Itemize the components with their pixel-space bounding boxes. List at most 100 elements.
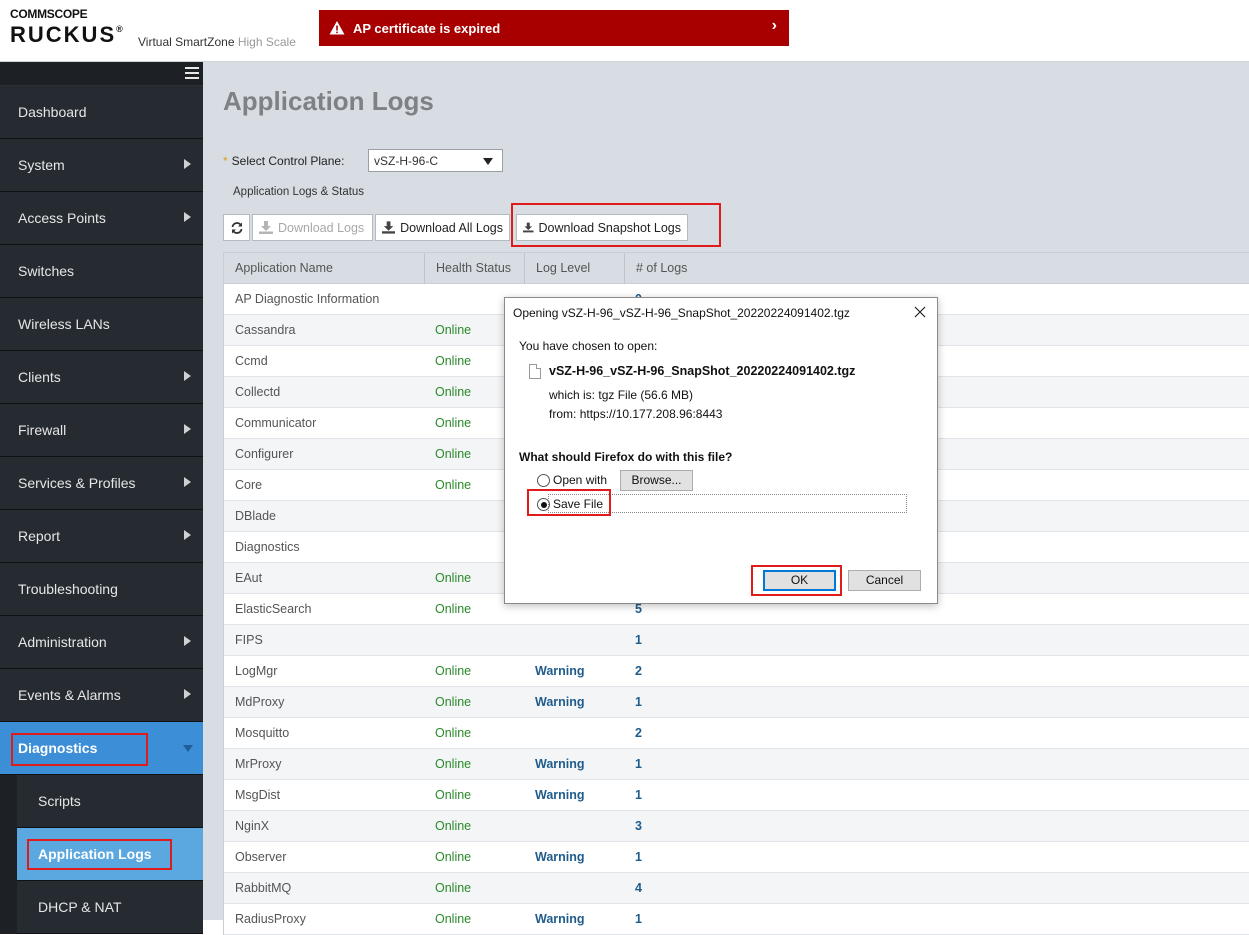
log-count-cell[interactable]: 3 [635, 811, 642, 841]
sidebar: Dashboard System Access Points Switches … [0, 62, 203, 934]
health-status-cell: Online [435, 354, 472, 368]
save-file-radio[interactable] [537, 498, 550, 511]
column-header-number-of-logs[interactable]: # of Logs [625, 253, 1249, 284]
page-title: Application Logs [223, 86, 434, 116]
health-status-cell: Online [435, 385, 472, 399]
close-icon[interactable] [911, 303, 929, 321]
sidebar-item-services-profiles[interactable]: Services & Profiles [0, 457, 203, 510]
download-all-logs-button[interactable]: Download All Logs [375, 214, 510, 241]
which-is-value: tgz File (56.6 MB) [598, 388, 694, 402]
health-status-cell: Online [435, 726, 472, 740]
sidebar-item-wireless-lans[interactable]: Wireless LANs [0, 298, 203, 351]
sidebar-item-dashboard[interactable]: Dashboard [0, 86, 203, 139]
sidebar-item-firewall[interactable]: Firewall [0, 404, 203, 457]
sidebar-subitem-scripts[interactable]: Scripts [17, 775, 203, 828]
table-row[interactable]: MsgDist Online Warning 1 [224, 780, 1249, 811]
sidebar-item-events-alarms[interactable]: Events & Alarms [0, 669, 203, 722]
health-status-cell: Online [435, 819, 472, 833]
sidebar-item-label: Report [18, 528, 61, 544]
control-plane-label: * Select Control Plane: [223, 154, 344, 168]
log-level-cell: Warning [535, 664, 585, 678]
hamburger-menu-icon[interactable] [185, 67, 199, 79]
table-row[interactable]: LogMgr Online Warning 2 [224, 656, 1249, 687]
log-level-cell: Warning [535, 757, 585, 771]
log-count-cell[interactable]: 1 [635, 904, 642, 934]
application-name-cell: ElasticSearch [235, 602, 312, 616]
chevron-right-icon [184, 371, 191, 381]
warning-icon [329, 20, 345, 36]
sidebar-subitem-dhcp-nat[interactable]: DHCP & NAT [17, 881, 203, 934]
sidebar-item-system[interactable]: System [0, 139, 203, 192]
dropdown-arrow-icon [483, 158, 493, 165]
health-status-cell: Online [435, 602, 472, 616]
log-count-cell[interactable]: 1 [635, 842, 642, 872]
download-icon [382, 221, 396, 234]
application-name-cell: MrProxy [235, 757, 282, 771]
log-count-cell[interactable]: 1 [635, 780, 642, 810]
sidebar-item-access-points[interactable]: Access Points [0, 192, 203, 245]
download-all-logs-label: Download All Logs [400, 220, 503, 235]
from-row: from: https://10.177.208.96:8443 [549, 407, 722, 421]
sidebar-subitem-application-logs[interactable]: Application Logs [17, 828, 203, 881]
column-header-application-name[interactable]: Application Name [224, 253, 425, 284]
application-name-cell: Observer [235, 850, 287, 864]
application-name-cell: Ccmd [235, 354, 268, 368]
application-name-cell: FIPS [235, 633, 263, 647]
log-count-cell[interactable]: 1 [635, 625, 642, 655]
sidebar-item-report[interactable]: Report [0, 510, 203, 563]
log-count-cell[interactable]: 1 [635, 687, 642, 717]
table-row[interactable]: RabbitMQ Online 4 [224, 873, 1249, 904]
table-row[interactable]: FIPS 1 [224, 625, 1249, 656]
control-plane-select[interactable]: vSZ-H-96-C [368, 149, 503, 172]
chevron-right-icon [184, 530, 191, 540]
application-name-cell: AP Diagnostic Information [235, 292, 380, 306]
table-row[interactable]: MrProxy Online Warning 1 [224, 749, 1249, 780]
product-name: Virtual SmartZone High Scale [138, 35, 296, 49]
download-logs-label: Download Logs [278, 220, 365, 235]
table-row[interactable]: Observer Online Warning 1 [224, 842, 1249, 873]
sidebar-item-troubleshooting[interactable]: Troubleshooting [0, 563, 203, 616]
log-count-cell[interactable]: 2 [635, 656, 642, 686]
browse-button[interactable]: Browse... [620, 470, 693, 491]
download-logs-button[interactable]: Download Logs [252, 214, 373, 241]
sidebar-item-diagnostics[interactable]: Diagnostics [0, 722, 203, 775]
table-row[interactable]: NginX Online 3 [224, 811, 1249, 842]
log-count-cell[interactable]: 4 [635, 873, 642, 903]
open-with-radio[interactable] [537, 474, 550, 487]
health-status-cell: Online [435, 323, 472, 337]
sidebar-item-administration[interactable]: Administration [0, 616, 203, 669]
chevron-right-icon [184, 636, 191, 646]
chevron-right-icon [184, 212, 191, 222]
download-snapshot-logs-button[interactable]: Download Snapshot Logs [516, 214, 688, 241]
table-row[interactable]: MdProxy Online Warning 1 [224, 687, 1249, 718]
sidebar-item-switches[interactable]: Switches [0, 245, 203, 298]
chevron-down-icon [183, 745, 193, 752]
application-name-cell: NginX [235, 819, 270, 833]
log-count-cell[interactable]: 1 [635, 749, 642, 779]
application-name-cell: RadiusProxy [235, 912, 306, 926]
column-header-health-status[interactable]: Health Status [425, 253, 525, 284]
health-status-cell: Online [435, 850, 472, 864]
cancel-button[interactable]: Cancel [848, 570, 921, 591]
application-name-cell: EAut [235, 571, 263, 585]
health-status-cell: Online [435, 788, 472, 802]
application-name-cell: Cassandra [235, 323, 296, 337]
refresh-button[interactable] [223, 214, 250, 241]
chevron-right-icon [184, 477, 191, 487]
application-name-cell: Mosquitto [235, 726, 290, 740]
dialog-title: Opening vSZ-H-96_vSZ-H-96_SnapShot_20220… [513, 306, 850, 320]
health-status-cell: Online [435, 695, 472, 709]
alert-banner[interactable]: AP certificate is expired › [319, 10, 789, 46]
sidebar-subitem-label: Application Logs [38, 846, 152, 862]
ruckus-logo-text: RUCKUS [10, 22, 117, 47]
app-header: COMMSCOPE RUCKUS® Virtual SmartZone High… [0, 0, 1249, 62]
from-value: https://10.177.208.96:8443 [579, 407, 723, 421]
table-row[interactable]: Mosquitto Online 2 [224, 718, 1249, 749]
log-count-cell[interactable]: 2 [635, 718, 642, 748]
health-status-cell: Online [435, 571, 472, 585]
column-header-log-level[interactable]: Log Level [525, 253, 625, 284]
registered-mark: ® [116, 24, 123, 34]
ok-button[interactable]: OK [763, 570, 836, 591]
dialog-question: What should Firefox do with this file? [519, 450, 733, 464]
sidebar-item-clients[interactable]: Clients [0, 351, 203, 404]
